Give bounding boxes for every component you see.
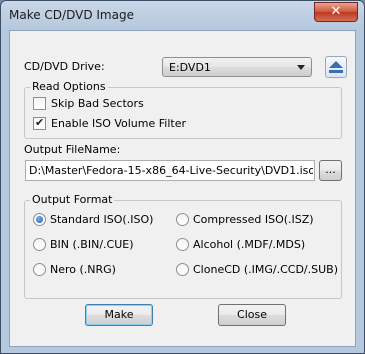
output-filename-label: Output FileName: <box>24 143 121 156</box>
enable-iso-filter-label[interactable]: Enable ISO Volume Filter <box>51 117 186 130</box>
radio-selected-dot <box>36 216 43 223</box>
format-radio-clonecd[interactable] <box>176 263 189 276</box>
format-radio-nero[interactable] <box>33 263 46 276</box>
format-label-clonecd[interactable]: CloneCD (.IMG/.CCD/.SUB) <box>193 263 338 276</box>
output-filename-input[interactable] <box>26 162 313 179</box>
format-radio-alcohol[interactable] <box>176 238 189 251</box>
drive-select-value: E:DVD1 <box>169 61 211 74</box>
read-options-group <box>24 87 342 139</box>
format-label-compressed-iso[interactable]: Compressed ISO(.ISZ) <box>193 213 314 226</box>
close-button-label: Close <box>237 308 267 321</box>
drive-select[interactable]: E:DVD1 <box>162 57 312 77</box>
format-radio-compressed-iso[interactable] <box>176 213 189 226</box>
make-button[interactable]: Make <box>85 304 153 326</box>
drive-label: CD/DVD Drive: <box>24 60 105 73</box>
output-filename-field[interactable] <box>25 160 315 181</box>
chevron-down-icon <box>297 65 305 70</box>
close-icon: ✕ <box>330 4 342 19</box>
eject-icon <box>329 61 343 68</box>
browse-button-label: ... <box>325 163 336 176</box>
window-close-button[interactable]: ✕ <box>314 2 358 22</box>
format-label-bin[interactable]: BIN (.BIN/.CUE) <box>50 238 134 251</box>
title-bar[interactable]: Make CD/DVD Image ✕ <box>1 1 364 29</box>
format-radio-standard-iso[interactable] <box>33 213 46 226</box>
format-radio-bin[interactable] <box>33 238 46 251</box>
eject-button[interactable] <box>325 56 347 78</box>
enable-iso-filter-checkbox[interactable]: ✔ <box>33 116 46 130</box>
output-format-title: Output Format <box>30 193 115 206</box>
format-label-standard-iso[interactable]: Standard ISO(.ISO) <box>50 213 153 226</box>
eject-icon-bar <box>329 70 343 73</box>
dialog-body: CD/DVD Drive: E:DVD1 Read Options Skip B… <box>9 30 356 347</box>
format-label-nero[interactable]: Nero (.NRG) <box>50 263 116 276</box>
read-options-title: Read Options <box>30 80 108 93</box>
make-image-dialog: Make CD/DVD Image ✕ CD/DVD Drive: E:DVD1… <box>0 0 365 354</box>
format-label-alcohol[interactable]: Alcohol (.MDF/.MDS) <box>193 238 305 251</box>
close-button[interactable]: Close <box>218 304 286 326</box>
make-button-label: Make <box>104 308 134 321</box>
window-title: Make CD/DVD Image <box>9 8 134 22</box>
skip-bad-sectors-label[interactable]: Skip Bad Sectors <box>51 97 144 110</box>
checkmark-icon: ✔ <box>35 116 45 129</box>
browse-button[interactable]: ... <box>319 160 342 181</box>
skip-bad-sectors-checkbox[interactable] <box>33 97 46 110</box>
